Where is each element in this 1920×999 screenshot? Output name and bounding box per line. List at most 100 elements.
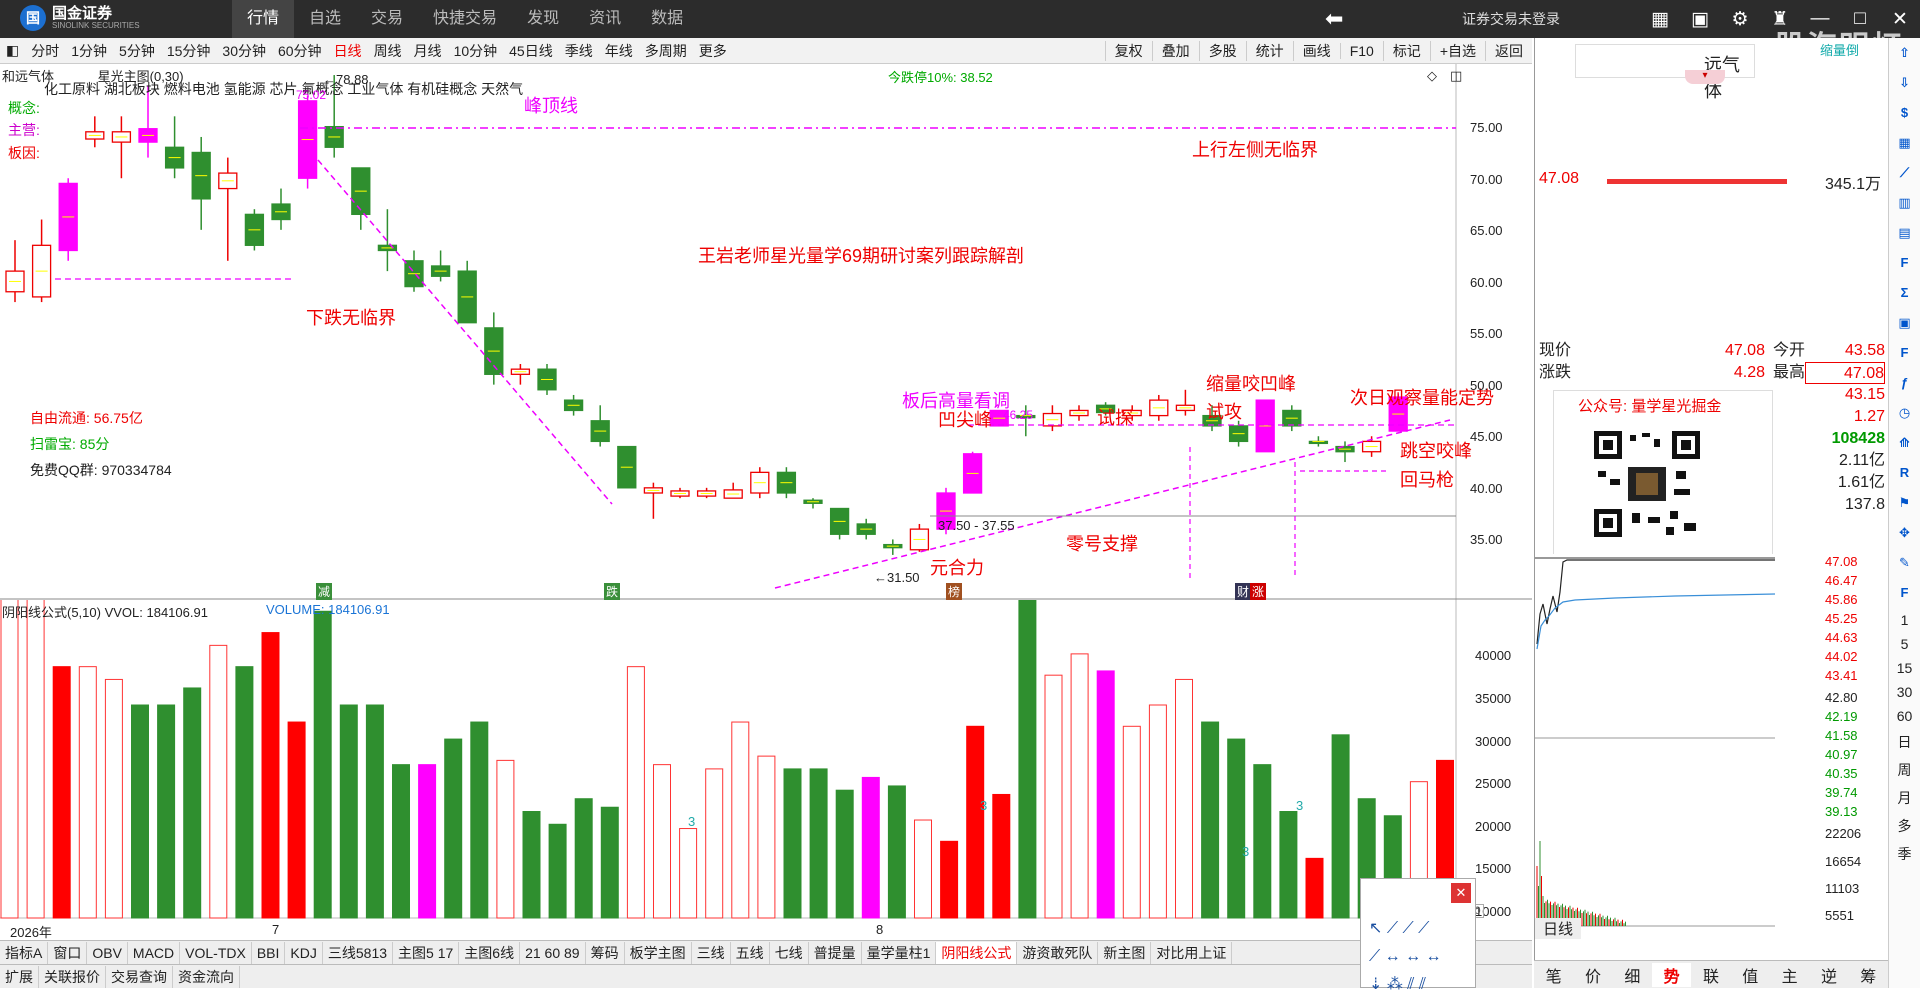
tab-compare-sh[interactable]: 对比用上证 [1151,941,1233,964]
flag-icon[interactable]: ⚑ [1895,493,1915,513]
tool-restore-rights[interactable]: 复权 [1104,41,1152,61]
day-line-label[interactable]: 日线 [1535,918,1582,939]
rtab-chips[interactable]: 筹 [1849,963,1888,987]
window-toggle-icon[interactable]: ◫ [1450,68,1462,84]
period-multi[interactable]: 多周期 [639,41,693,61]
f5-icon[interactable]: F [1895,583,1915,603]
tab-trade-query[interactable]: 交易查询 [106,965,173,988]
panel-toggle-icon[interactable]: ◧ [0,42,25,59]
period-30min[interactable]: 30分钟 [216,41,272,61]
tab-macd[interactable]: MACD [128,941,181,964]
tab-expand[interactable]: 扩展 [0,965,39,988]
rtab-price[interactable]: 价 [1573,963,1612,987]
sum-icon[interactable]: Σ [1895,283,1915,303]
period-15min[interactable]: 15分钟 [161,41,217,61]
diamond-icon[interactable]: ◇ [1427,68,1437,84]
back-arrow-icon[interactable]: ⬅ [1325,6,1343,32]
calendar-icon[interactable]: ▣ [1895,313,1915,333]
period-more[interactable]: 更多 [693,41,733,61]
rtab-main[interactable]: 主 [1770,963,1809,987]
tab-related-quotes[interactable]: 关联报价 [39,965,106,988]
tab-window[interactable]: 窗口 [48,941,88,964]
rtab-reverse[interactable]: 逆 [1809,963,1848,987]
rtab-link[interactable]: 联 [1691,963,1730,987]
tab-bbi[interactable]: BBI [252,941,286,964]
period-quarter[interactable]: 季线 [559,41,599,61]
close-icon[interactable]: ✕ [1451,883,1471,903]
nav-quick-trade[interactable]: 快捷交易 [418,0,512,38]
rtab-trend[interactable]: 势 [1651,962,1692,987]
fr-period-month[interactable]: 月 [1898,788,1912,808]
arrow-down-icon[interactable]: ⇩ [1895,73,1915,93]
nav-data[interactable]: 数据 [636,0,698,38]
candlestick-chart[interactable]: 和远气体 星光主图(0,30) 今跌停10%: 38.52 化工原料 湖北板块 … [0,64,1532,600]
table-icon[interactable]: ▤ [1895,223,1915,243]
period-intraday[interactable]: 分时 [25,41,65,61]
period-45day[interactable]: 45日线 [503,41,559,61]
period-day[interactable]: 日线 [328,41,368,61]
fr-period-day[interactable]: 日 [1898,732,1912,752]
nav-quotes[interactable]: 行情 [232,0,295,38]
tool-f10[interactable]: F10 [1339,43,1383,59]
period-10min[interactable]: 10分钟 [448,41,504,61]
volume-chart[interactable]: 阴阳线公式(5,10) VVOL: 184106.91 VOLUME: 1841… [0,600,1532,940]
arrow-up-icon[interactable]: ⇧ [1895,43,1915,63]
draw-tools-icons[interactable]: ↖ ⟋ ⟋ ⟋ ⟋ ↔ ↔ ↔ ⇣ ⁂ ⫽ ⫽ [1369,915,1442,999]
tab-indicator-a[interactable]: 指标A [0,941,49,964]
fr-period-60[interactable]: 60 [1897,708,1913,724]
period-month[interactable]: 月线 [408,41,448,61]
f12-icon[interactable]: F [1895,343,1915,363]
gear-icon[interactable]: ⚙ [1720,8,1760,31]
pencil-icon[interactable]: ✎ [1895,553,1915,573]
dollar-icon[interactable]: $ [1895,103,1915,123]
period-year[interactable]: 年线 [599,41,639,61]
fr-period-15[interactable]: 15 [1897,660,1913,676]
tab-hot-money[interactable]: 游资敢死队 [1017,941,1099,964]
tool-add-watch[interactable]: +自选 [1429,41,1485,61]
trend-icon[interactable]: ⟰ [1895,433,1915,453]
tab-obv[interactable]: OBV [87,941,128,964]
nav-watchlist[interactable]: 自选 [294,0,356,38]
f10-icon[interactable]: F [1895,253,1915,273]
fr-period-30[interactable]: 30 [1897,684,1913,700]
tab-main-5-17[interactable]: 主图5 17 [393,941,460,964]
clock-icon[interactable]: ◷ [1895,403,1915,423]
tool-draw-line[interactable]: 画线 [1292,41,1340,61]
tab-seven-line[interactable]: 七线 [770,941,809,964]
layout-icon[interactable]: ▦ [1640,8,1680,31]
period-60min[interactable]: 60分钟 [272,41,328,61]
tool-statistics[interactable]: 统计 [1245,41,1293,61]
tool-overlay[interactable]: 叠加 [1151,41,1199,61]
fr-period-quarter[interactable]: 季 [1898,844,1912,864]
tool-multi-stock[interactable]: 多股 [1198,41,1246,61]
tab-vol-column[interactable]: 量学量柱1 [862,941,937,964]
tool-back[interactable]: 返回 [1485,41,1532,61]
chevron-down-icon[interactable]: ▾ [1685,70,1725,84]
tab-puti-vol[interactable]: 普提量 [809,941,862,964]
nav-trade[interactable]: 交易 [356,0,418,38]
tab-five-line[interactable]: 五线 [731,941,770,964]
tab-three-line-5813[interactable]: 三线5813 [323,941,394,964]
rtab-detail[interactable]: 细 [1613,963,1652,987]
fx-icon[interactable]: ƒ [1895,373,1915,393]
fr-period-1[interactable]: 1 [1901,612,1909,628]
period-5min[interactable]: 5分钟 [113,41,161,61]
tab-21-60-89[interactable]: 21 60 89 [520,941,586,964]
nav-news[interactable]: 资讯 [574,0,636,38]
tab-kdj[interactable]: KDJ [285,941,323,964]
exchange-icon[interactable]: ▣ [1680,8,1720,31]
fr-period-multi[interactable]: 多 [1898,816,1912,836]
fr-period-5[interactable]: 5 [1901,636,1909,652]
tab-three-line[interactable]: 三线 [692,941,731,964]
tab-new-main[interactable]: 新主图 [1098,941,1152,964]
period-week[interactable]: 周线 [368,41,408,61]
tab-vol-tdx[interactable]: VOL-TDX [180,941,252,964]
fr-period-week[interactable]: 周 [1898,760,1912,780]
period-1min[interactable]: 1分钟 [65,41,113,61]
rtab-value[interactable]: 值 [1731,963,1770,987]
nav-discover[interactable]: 发现 [512,0,574,38]
move-icon[interactable]: ✥ [1895,523,1915,543]
tab-fund-flow[interactable]: 资金流向 [173,965,240,988]
line-chart-icon[interactable]: ⟋ [1895,163,1915,183]
tab-chips[interactable]: 筹码 [586,941,625,964]
